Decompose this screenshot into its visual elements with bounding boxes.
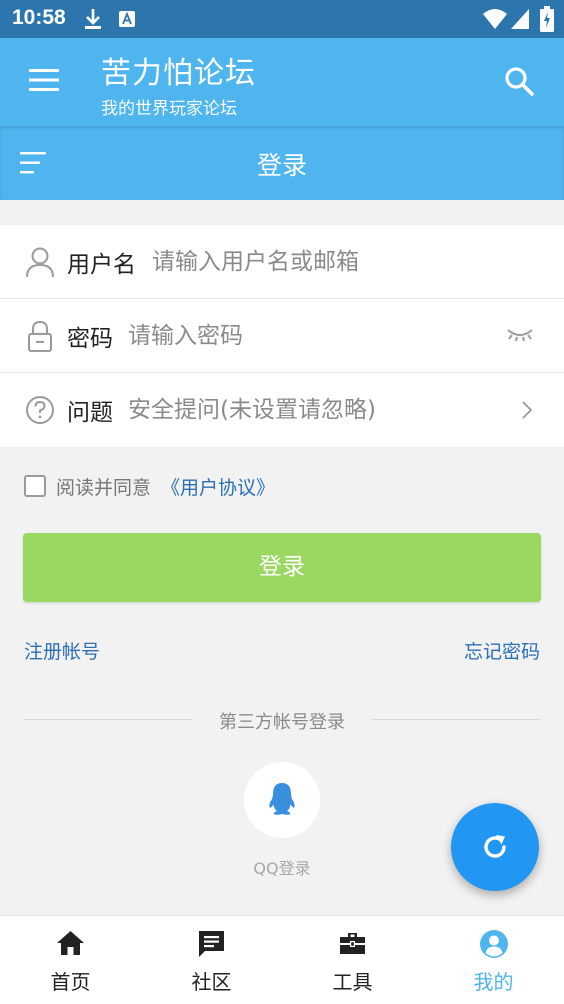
wifi-icon	[482, 8, 508, 34]
question-select[interactable]	[126, 388, 496, 432]
download-icon	[84, 8, 102, 34]
nav-tools-label: 工具	[332, 970, 373, 994]
nav-mine[interactable]: 我的	[423, 916, 564, 1004]
nav-tools[interactable]: 工具	[282, 916, 423, 1004]
user-agreement-link[interactable]: 《用户协议》	[161, 473, 275, 500]
username-input[interactable]	[150, 240, 540, 284]
nav-home-label: 首页	[50, 970, 91, 994]
nav-home[interactable]: 首页	[0, 916, 141, 1004]
chat-icon	[199, 931, 224, 957]
login-button[interactable]: 登录	[23, 533, 541, 602]
battery-icon	[540, 6, 554, 36]
status-bar: 10:58	[0, 0, 564, 38]
login-form: 用户名 密码 问题	[0, 225, 564, 447]
username-label: 用户名	[67, 252, 136, 278]
register-link[interactable]: 注册帐号	[24, 637, 100, 664]
nav-community[interactable]: 社区	[141, 916, 282, 1004]
nav-community-label: 社区	[191, 970, 232, 994]
question-label: 问题	[67, 400, 113, 426]
third-party-login-label: 第三方帐号登录	[219, 712, 345, 733]
toolbox-icon	[340, 933, 365, 954]
agreement-text: 阅读并同意	[56, 477, 152, 499]
qq-login-button[interactable]	[244, 762, 320, 838]
agreement-checkbox[interactable]	[24, 475, 46, 497]
app-subtitle: 我的世界玩家论坛	[101, 99, 237, 119]
password-label: 密码	[67, 326, 113, 352]
home-icon	[57, 931, 84, 955]
app-header: 苦力怕论坛 我的世界玩家论坛	[0, 38, 564, 126]
question-row[interactable]: 问题	[0, 373, 564, 447]
hamburger-menu-icon[interactable]	[29, 69, 59, 91]
user-icon	[25, 246, 55, 278]
question-circle-icon	[25, 394, 55, 426]
login-title-bar: 登录	[0, 126, 564, 200]
refresh-icon	[484, 835, 506, 858]
app-title: 苦力怕论坛	[101, 56, 256, 91]
forgot-password-link[interactable]: 忘记密码	[464, 637, 540, 664]
signal-icon	[510, 8, 530, 34]
nav-mine-label: 我的	[473, 970, 514, 994]
eye-closed-icon[interactable]	[506, 327, 534, 347]
qq-icon	[269, 783, 295, 815]
status-time: 10:58	[12, 6, 66, 29]
search-icon[interactable]	[504, 66, 534, 96]
refresh-fab-button[interactable]	[451, 803, 539, 891]
page-title: 登录	[256, 151, 307, 180]
keyboard-app-icon	[118, 10, 136, 32]
chevron-right-icon	[522, 401, 533, 423]
lock-icon	[25, 320, 55, 352]
profile-icon	[480, 930, 508, 958]
bottom-navigation: 首页 社区 工具 我的	[0, 915, 564, 1004]
password-row: 密码	[0, 299, 564, 373]
password-input[interactable]	[126, 314, 486, 358]
username-row: 用户名	[0, 225, 564, 299]
